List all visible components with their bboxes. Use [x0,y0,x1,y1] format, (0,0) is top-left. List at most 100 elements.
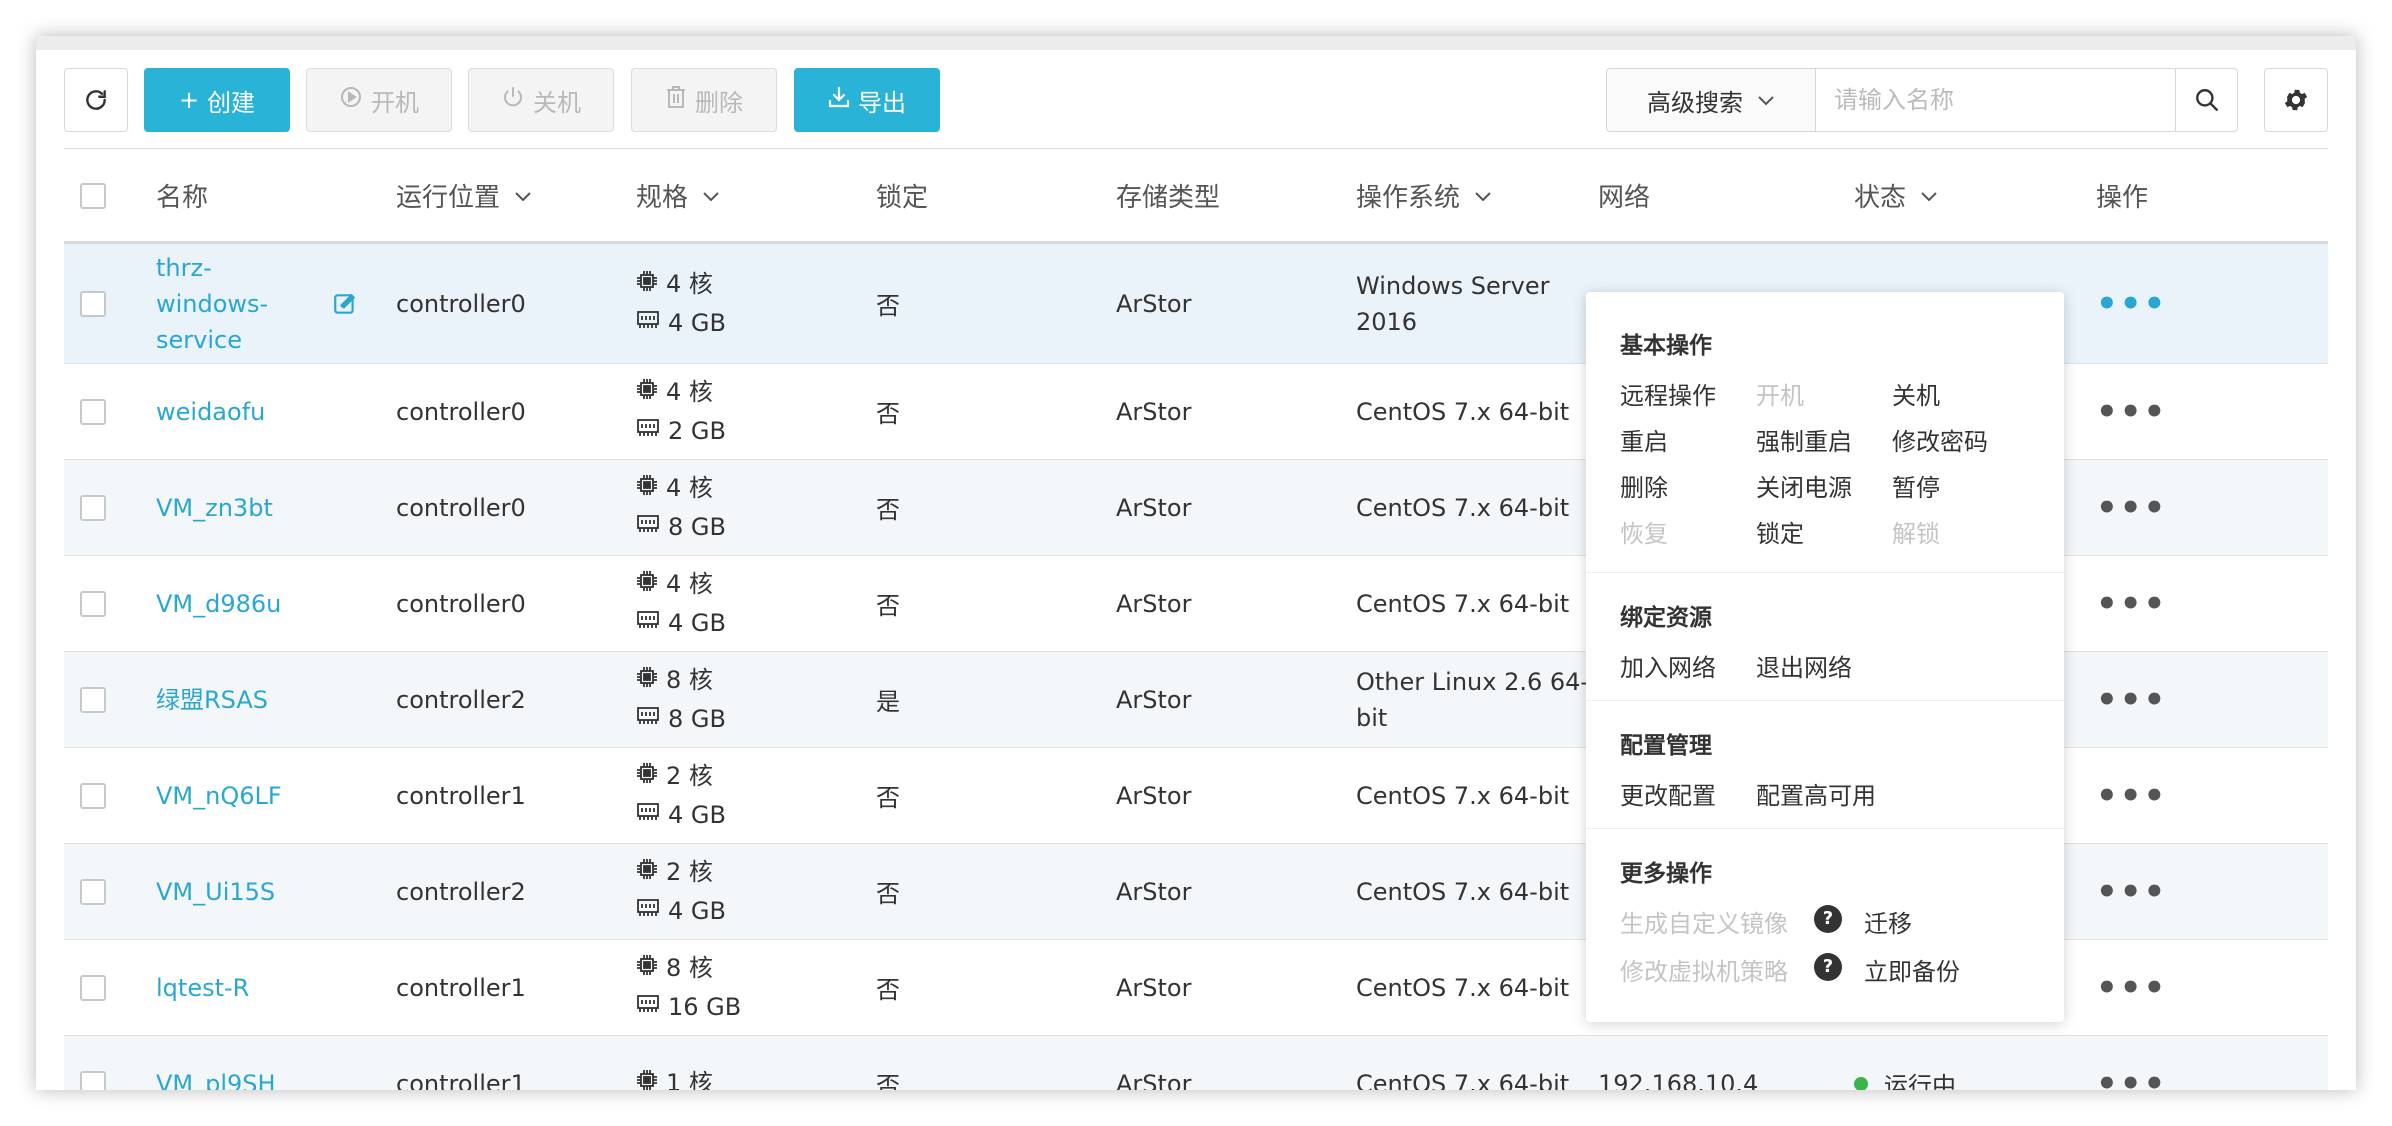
spec-cpu: 8 核 [636,661,726,700]
spec-cell-content: 2 核 4 GB [636,757,726,835]
row-checkbox[interactable] [80,590,106,617]
menu-section-config-title: 配置管理 [1620,733,1712,759]
header-os[interactable]: 操作系统 [1356,149,1492,242]
power-icon [501,85,525,115]
location-text: controller0 [396,493,526,522]
os-cell: Windows Server 2016 [1356,244,1549,363]
vm-name-link[interactable]: thrz-windows-service [156,250,268,358]
more-dots-icon[interactable]: ••• [2096,872,2167,912]
more-dots-icon[interactable]: ••• [2096,1064,2167,1091]
location-text: controller1 [396,973,526,1002]
help-icon[interactable]: ? [1814,950,1842,981]
vm-name-link[interactable]: VM_d986u [156,586,281,622]
menu-item-change-config[interactable]: 更改配置 [1620,776,1716,811]
menu-section-basic-title: 基本操作 [1620,333,1712,359]
more-dots-icon[interactable]: ••• [2096,680,2167,720]
memory-value: 8 GB [668,704,726,733]
more-dots-icon[interactable]: ••• [2096,488,2167,528]
name-search-input[interactable] [1816,68,2176,132]
vm-name-link[interactable]: VM_nQ6LF [156,778,282,814]
menu-item-delete[interactable]: 删除 [1620,468,1668,503]
more-dots-icon[interactable]: ••• [2096,968,2167,1008]
more-dots-icon[interactable]: ••• [2096,776,2167,816]
menu-item-shutdown[interactable]: 关机 [1892,376,1940,411]
menu-item-migrate[interactable]: 迁移 [1864,904,1912,939]
row-checkbox[interactable] [80,494,106,521]
menu-divider [1586,700,2064,701]
header-spec[interactable]: 规格 [636,149,720,242]
storage-text: ArStor [1116,493,1192,522]
menu-item-force-restart[interactable]: 强制重启 [1756,422,1852,457]
cpu-value: 2 核 [666,761,713,790]
locked-text: 否 [876,1072,900,1090]
os-cell: CentOS 7.x 64-bit [1356,844,1569,939]
menu-item-restart[interactable]: 重启 [1620,422,1668,457]
search-button[interactable] [2176,68,2238,132]
menu-item-unlock[interactable]: 解锁 [1892,514,1940,549]
vm-name-link[interactable]: VM_Ui15S [156,874,275,910]
row-checkbox[interactable] [80,686,106,713]
menu-item-edit-vm-policy[interactable]: 修改虚拟机策略 [1620,952,1788,987]
more-dots-icon[interactable]: ••• [2096,584,2167,624]
status-text: 运行中 [1884,1072,1956,1090]
menu-item-power-off[interactable]: 关闭电源 [1756,468,1852,503]
menu-item-join-network[interactable]: 加入网络 [1620,648,1716,683]
advanced-search-dropdown[interactable]: 高级搜索 [1606,68,1816,132]
cpu-icon [636,853,666,892]
row-select-cell [80,940,106,1035]
advanced-search-label: 高级搜索 [1647,88,1743,117]
stop-button[interactable]: 关机 [468,68,614,132]
location-cell: controller2 [396,844,526,939]
menu-item-power-on[interactable]: 开机 [1756,376,1804,411]
name-cell: VM_Ui15S [156,844,275,939]
os-cell: CentOS 7.x 64-bit [1356,460,1569,555]
menu-item-create-image[interactable]: 生成自定义镜像 [1620,904,1788,939]
export-button[interactable]: 导出 [794,68,940,132]
row-checkbox[interactable] [80,974,106,1001]
edit-name-button[interactable] [332,244,358,363]
menu-divider [1586,572,2064,573]
row-checkbox[interactable] [80,1070,106,1090]
row-checkbox[interactable] [80,782,106,809]
vm-name-link[interactable]: weidaofu [156,394,265,430]
row-select-cell [80,460,106,555]
menu-item-config-ha[interactable]: 配置高可用 [1756,776,1876,811]
menu-item-leave-network[interactable]: 退出网络 [1756,648,1852,683]
vm-name-link[interactable]: VM_pl9SH [156,1066,276,1091]
menu-item-change-password[interactable]: 修改密码 [1892,422,1988,457]
menu-item-pause[interactable]: 暂停 [1892,468,1940,503]
location-cell: controller1 [396,940,526,1035]
table-row[interactable]: VM_pl9SH controller1 1 核 否 ArStor CentOS 7.x … [64,1036,2328,1090]
menu-item-lock[interactable]: 锁定 [1756,514,1804,549]
menu-item-backup-now[interactable]: 立即备份 [1864,952,1960,987]
spec-cpu: 1 核 [636,1064,713,1090]
vm-name-link[interactable]: VM_zn3bt [156,490,273,526]
spec-cell-content: 4 核 4 GB [636,565,726,643]
spec-cpu: 2 核 [636,757,726,796]
location-cell: controller1 [396,748,526,843]
vm-name-link[interactable]: 绿盟RSAS [156,682,268,718]
locked-text: 否 [876,592,900,620]
more-dots-icon[interactable]: ••• [2096,392,2167,432]
row-checkbox[interactable] [80,398,106,425]
menu-item-resume[interactable]: 恢复 [1620,514,1668,549]
refresh-button[interactable] [64,68,128,132]
menu-item-remote-operation[interactable]: 远程操作 [1620,376,1716,411]
help-icon[interactable]: ? [1814,902,1842,933]
actions-cell: ••• [2096,244,2167,363]
select-all-checkbox[interactable] [80,182,106,209]
download-icon [828,86,850,114]
start-button[interactable]: 开机 [306,68,452,132]
delete-button[interactable]: 删除 [631,68,777,132]
row-checkbox[interactable] [80,878,106,905]
settings-button[interactable] [2264,68,2328,132]
vm-name-link[interactable]: lqtest-R [156,970,249,1006]
locked-cell: 否 [876,940,900,1035]
os-text: CentOS 7.x 64-bit [1356,1069,1570,1091]
row-checkbox[interactable] [80,290,106,317]
row-select-cell [80,652,106,747]
header-status[interactable]: 状态 [1854,149,1938,242]
create-button[interactable]: + 创建 [144,68,290,132]
more-dots-icon[interactable]: ••• [2096,284,2167,324]
header-location[interactable]: 运行位置 [396,149,532,242]
